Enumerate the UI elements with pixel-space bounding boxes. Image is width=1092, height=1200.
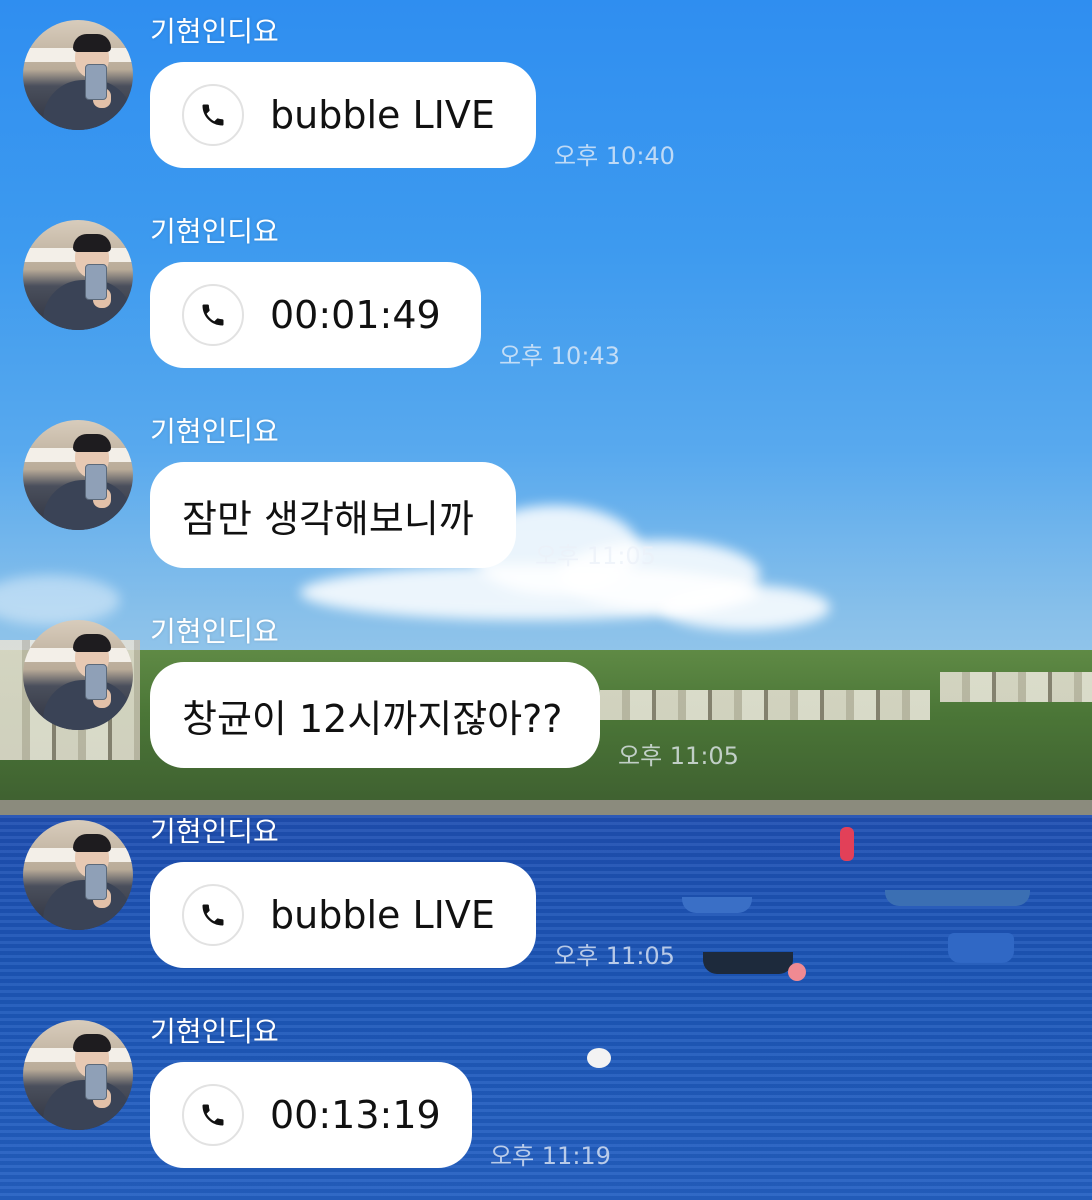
message-timestamp: 오후 10:40 bbox=[554, 142, 675, 170]
message-text: bubble LIVE bbox=[270, 893, 495, 937]
message-timestamp: 오후 11:05 bbox=[618, 742, 739, 770]
call-bubble[interactable]: 00:13:19 bbox=[150, 1062, 472, 1168]
sender-name: 기현인디요 bbox=[150, 1015, 279, 1048]
sender-name: 기현인디요 bbox=[150, 15, 279, 48]
avatar[interactable] bbox=[23, 820, 133, 930]
chat-message: 기현인디요 00:01:49 오후 10:43 bbox=[0, 200, 1092, 400]
phone-icon bbox=[182, 884, 244, 946]
avatar[interactable] bbox=[23, 220, 133, 330]
message-text: 창균이 12시까지잖아?? bbox=[182, 696, 563, 741]
text-bubble[interactable]: 잠만 생각해보니까 bbox=[150, 462, 516, 568]
avatar[interactable] bbox=[23, 620, 133, 730]
call-bubble[interactable]: bubble LIVE bbox=[150, 62, 536, 168]
phone-icon bbox=[182, 84, 244, 146]
message-timestamp: 오후 10:43 bbox=[499, 342, 620, 370]
chat-message: 기현인디요 00:13:19 오후 11:19 bbox=[0, 1000, 1092, 1200]
chat-message: 기현인디요 bubble LIVE 오후 11:05 bbox=[0, 800, 1092, 1000]
call-bubble[interactable]: bubble LIVE bbox=[150, 862, 536, 968]
avatar[interactable] bbox=[23, 420, 133, 530]
text-bubble[interactable]: 창균이 12시까지잖아?? bbox=[150, 662, 600, 768]
message-text: bubble LIVE bbox=[270, 93, 495, 137]
message-text: 잠만 생각해보니까 bbox=[182, 496, 474, 541]
message-text: 00:01:49 bbox=[270, 293, 441, 337]
sender-name: 기현인디요 bbox=[150, 615, 279, 648]
chat-message: 기현인디요 bubble LIVE 오후 10:40 bbox=[0, 0, 1092, 200]
phone-icon bbox=[182, 1084, 244, 1146]
chat-message: 기현인디요 창균이 12시까지잖아?? 오후 11:05 bbox=[0, 600, 1092, 800]
message-timestamp: 오후 11:05 bbox=[554, 942, 675, 970]
avatar[interactable] bbox=[23, 20, 133, 130]
message-timestamp: 오후 11:05 bbox=[535, 542, 656, 570]
chat-message: 기현인디요 잠만 생각해보니까 오후 11:05 bbox=[0, 400, 1092, 600]
message-text: 00:13:19 bbox=[270, 1093, 441, 1137]
message-timestamp: 오후 11:19 bbox=[490, 1142, 611, 1170]
call-bubble[interactable]: 00:01:49 bbox=[150, 262, 481, 368]
phone-icon bbox=[182, 284, 244, 346]
sender-name: 기현인디요 bbox=[150, 415, 279, 448]
sender-name: 기현인디요 bbox=[150, 815, 279, 848]
sender-name: 기현인디요 bbox=[150, 215, 279, 248]
avatar[interactable] bbox=[23, 1020, 133, 1130]
